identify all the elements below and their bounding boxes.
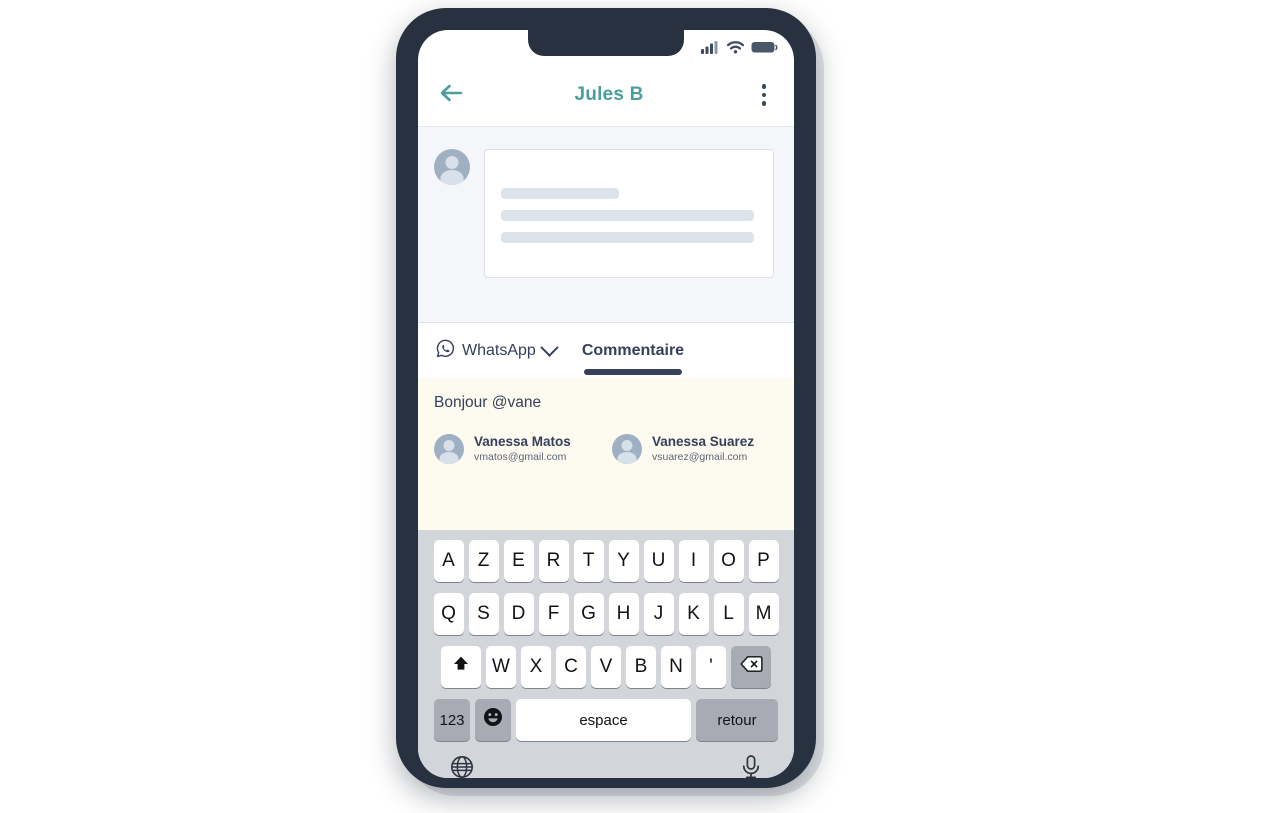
key-z[interactable]: Z bbox=[468, 540, 499, 582]
key-f[interactable]: F bbox=[538, 593, 569, 635]
active-tab-indicator bbox=[583, 369, 683, 375]
key-g[interactable]: G bbox=[573, 593, 604, 635]
wifi-icon bbox=[726, 40, 745, 54]
key-h[interactable]: H bbox=[608, 593, 639, 635]
tab-commentaire[interactable]: Commentaire bbox=[582, 323, 684, 378]
key-q[interactable]: Q bbox=[433, 593, 464, 635]
key-n[interactable]: N bbox=[661, 646, 691, 688]
key-d[interactable]: D bbox=[503, 593, 534, 635]
key-i[interactable]: I bbox=[678, 540, 709, 582]
shift-arrow-icon bbox=[451, 654, 471, 680]
backspace-key[interactable] bbox=[731, 646, 771, 688]
emoji-key[interactable] bbox=[475, 699, 511, 741]
key-y[interactable]: Y bbox=[608, 540, 639, 582]
return-key[interactable]: retour bbox=[696, 699, 778, 741]
keyboard-row-1: AZERTYUIOP bbox=[421, 540, 791, 582]
key-t[interactable]: T bbox=[573, 540, 604, 582]
tab-whatsapp[interactable]: WhatsApp bbox=[436, 323, 559, 378]
mention-name: Vanessa Matos bbox=[474, 434, 571, 449]
key-p[interactable]: P bbox=[748, 540, 779, 582]
key-'[interactable]: ' bbox=[696, 646, 726, 688]
microphone-icon[interactable] bbox=[739, 754, 763, 778]
key-o[interactable]: O bbox=[713, 540, 744, 582]
comment-draft-text[interactable]: Bonjour @vane bbox=[434, 394, 778, 412]
mention-option-1[interactable]: Vanessa Suarez vsuarez@gmail.com bbox=[612, 434, 778, 465]
key-u[interactable]: U bbox=[643, 540, 674, 582]
skeleton-line bbox=[501, 188, 619, 199]
message-placeholder-card bbox=[484, 149, 774, 278]
skeleton-line bbox=[501, 210, 755, 221]
message-area bbox=[418, 126, 794, 323]
arrow-left-icon bbox=[439, 83, 463, 108]
virtual-keyboard: AZERTYUIOP QSDFGHJKLM W X C V B N ' 123 … bbox=[418, 530, 794, 778]
key-x[interactable]: X bbox=[521, 646, 551, 688]
back-button[interactable] bbox=[436, 80, 466, 110]
mention-name: Vanessa Suarez bbox=[652, 434, 755, 449]
globe-icon[interactable] bbox=[449, 754, 475, 778]
user-avatar-icon bbox=[434, 434, 464, 465]
emoji-smiley-icon bbox=[482, 706, 504, 734]
whatsapp-icon bbox=[436, 339, 455, 363]
shift-key[interactable] bbox=[441, 646, 481, 688]
keyboard-bottom-bar bbox=[421, 754, 791, 778]
key-w[interactable]: W bbox=[486, 646, 516, 688]
mention-email: vsuarez@gmail.com bbox=[652, 450, 748, 463]
kebab-menu-icon[interactable] bbox=[752, 80, 776, 110]
mention-email: vmatos@gmail.com bbox=[474, 450, 567, 463]
signal-bars-icon bbox=[701, 40, 720, 54]
screenshot-stage: Jules B WhatsApp Commentaire Bonjour @va… bbox=[0, 0, 1280, 813]
key-e[interactable]: E bbox=[503, 540, 534, 582]
space-key[interactable]: espace bbox=[516, 699, 691, 741]
page-title: Jules B bbox=[574, 84, 644, 105]
tab-commentaire-label: Commentaire bbox=[581, 341, 685, 359]
user-avatar-icon bbox=[434, 149, 470, 185]
mention-list: Vanessa Matos vmatos@gmail.com Vanessa S… bbox=[434, 434, 778, 465]
key-r[interactable]: R bbox=[538, 540, 569, 582]
key-v[interactable]: V bbox=[591, 646, 621, 688]
key-j[interactable]: J bbox=[643, 593, 674, 635]
keyboard-row-2: QSDFGHJKLM bbox=[421, 593, 791, 635]
key-m[interactable]: M bbox=[748, 593, 779, 635]
key-b[interactable]: B bbox=[626, 646, 656, 688]
composer-tabs: WhatsApp Commentaire bbox=[418, 323, 794, 378]
tab-whatsapp-label: WhatsApp bbox=[462, 341, 536, 359]
numeric-key[interactable]: 123 bbox=[434, 699, 470, 741]
mention-option-0[interactable]: Vanessa Matos vmatos@gmail.com bbox=[434, 434, 600, 465]
phone-notch bbox=[528, 30, 684, 56]
app-header: Jules B bbox=[418, 64, 794, 126]
keyboard-row-4: 123 espace retour bbox=[421, 699, 791, 741]
phone-screen: Jules B WhatsApp Commentaire Bonjour @va… bbox=[418, 30, 794, 778]
key-k[interactable]: K bbox=[678, 593, 709, 635]
skeleton-line bbox=[501, 232, 755, 243]
key-s[interactable]: S bbox=[468, 593, 499, 635]
battery-icon bbox=[751, 40, 778, 54]
key-a[interactable]: A bbox=[433, 540, 464, 582]
backspace-icon bbox=[739, 655, 763, 679]
user-avatar-icon bbox=[612, 434, 642, 465]
chevron-down-icon[interactable] bbox=[540, 338, 559, 357]
key-l[interactable]: L bbox=[713, 593, 744, 635]
key-c[interactable]: C bbox=[556, 646, 586, 688]
mention-suggestion-panel: Bonjour @vane Vanessa Matos vmatos@gmail… bbox=[418, 378, 794, 530]
keyboard-row-3: W X C V B N ' bbox=[421, 646, 791, 688]
